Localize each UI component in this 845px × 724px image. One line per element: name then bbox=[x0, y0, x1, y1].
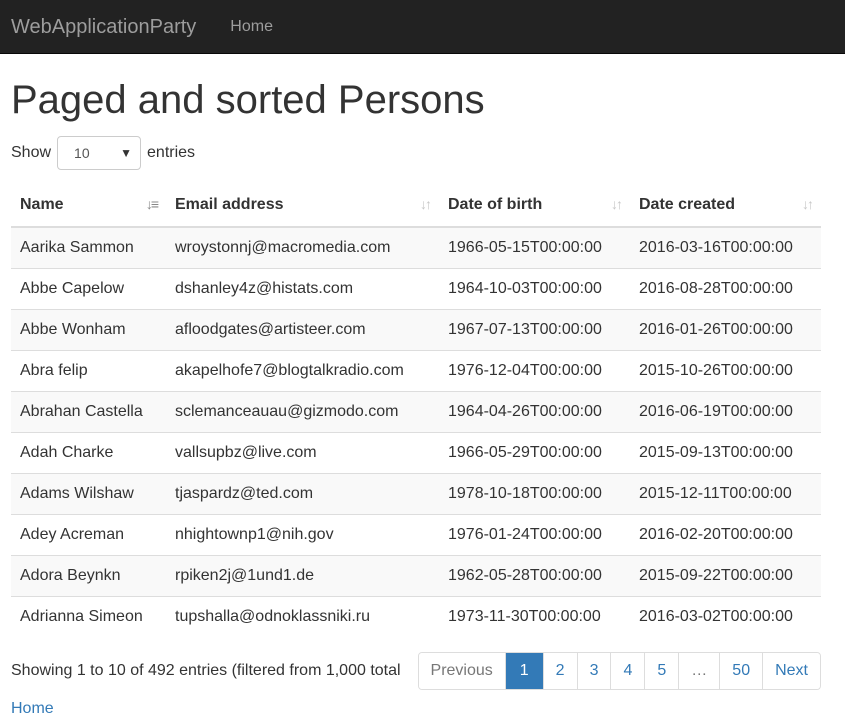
cell-date-created: 2015-10-26T00:00:00 bbox=[630, 349, 821, 391]
navbar: WebApplicationParty Home bbox=[0, 0, 845, 54]
cell-date-of-birth: 1964-04-26T00:00:00 bbox=[439, 390, 630, 432]
cell-date-created: 2015-09-13T00:00:00 bbox=[630, 431, 821, 473]
pagination-page-1[interactable]: 1 bbox=[504, 653, 543, 689]
table-row: Aarika Sammon wroystonnj@macromedia.com … bbox=[11, 226, 821, 268]
table-row: Abbe Wonham afloodgates@artisteer.com 19… bbox=[11, 308, 821, 350]
table-row: Adrianna Simeon tupshalla@odnoklassniki.… bbox=[11, 595, 821, 637]
cell-name: Abra felip bbox=[11, 349, 166, 391]
cell-date-of-birth: 1978-10-18T00:00:00 bbox=[439, 472, 630, 514]
pagination-next-button[interactable]: Next bbox=[762, 653, 820, 689]
column-header-label: Name bbox=[20, 195, 64, 213]
table-row: Abbe Capelow dshanley4z@histats.com 1964… bbox=[11, 267, 821, 309]
cell-name: Adrianna Simeon bbox=[11, 595, 166, 637]
cell-name: Abbe Wonham bbox=[11, 308, 166, 350]
cell-date-of-birth: 1966-05-29T00:00:00 bbox=[439, 431, 630, 473]
column-header-label: Date of birth bbox=[448, 195, 543, 213]
cell-name: Adams Wilshaw bbox=[11, 472, 166, 514]
table-info-text: Showing 1 to 10 of 492 entries (filtered… bbox=[11, 662, 401, 679]
cell-name: Adey Acreman bbox=[11, 513, 166, 555]
page-title: Paged and sorted Persons bbox=[11, 78, 485, 122]
cell-email: akapelhofe7@blogtalkradio.com bbox=[166, 349, 439, 391]
page-length-value: 10 bbox=[74, 145, 90, 161]
cell-date-of-birth: 1962-05-28T00:00:00 bbox=[439, 554, 630, 596]
cell-date-created: 2016-06-19T00:00:00 bbox=[630, 390, 821, 432]
column-header-email[interactable]: Email address ↓↑ bbox=[166, 183, 439, 228]
pagination-ellipsis: … bbox=[678, 653, 720, 689]
cell-email: sclemanceauau@gizmodo.com bbox=[166, 390, 439, 432]
table-row: Abra felip akapelhofe7@blogtalkradio.com… bbox=[11, 349, 821, 391]
cell-email: afloodgates@artisteer.com bbox=[166, 308, 439, 350]
column-header-date-of-birth[interactable]: Date of birth ↓↑ bbox=[439, 183, 630, 228]
cell-date-created: 2016-08-28T00:00:00 bbox=[630, 267, 821, 309]
column-header-date-created[interactable]: Date created ↓↑ bbox=[630, 183, 821, 228]
sort-alpha-asc-icon: ↓≡ bbox=[145, 196, 159, 212]
length-prefix: Show bbox=[11, 144, 52, 161]
cell-email: vallsupbz@live.com bbox=[166, 431, 439, 473]
column-header-name[interactable]: Name ↓≡ bbox=[11, 183, 166, 228]
table-row: Abrahan Castella sclemanceauau@gizmodo.c… bbox=[11, 390, 821, 432]
cell-email: tupshalla@odnoklassniki.ru bbox=[166, 595, 439, 637]
cell-date-created: 2016-03-02T00:00:00 bbox=[630, 595, 821, 637]
length-suffix: entries bbox=[147, 144, 196, 161]
cell-name: Adah Charke bbox=[11, 431, 166, 473]
footer-home-link[interactable]: Home bbox=[11, 700, 54, 718]
cell-email: rpiken2j@1und1.de bbox=[166, 554, 439, 596]
main-container: Paged and sorted Persons Show 10 ▼ entri… bbox=[0, 76, 845, 718]
cell-date-of-birth: 1967-07-13T00:00:00 bbox=[439, 308, 630, 350]
pagination-page-50[interactable]: 50 bbox=[719, 653, 763, 689]
cell-date-of-birth: 1966-05-15T00:00:00 bbox=[439, 226, 630, 268]
column-header-label: Date created bbox=[639, 195, 736, 213]
sort-both-icon: ↓↑ bbox=[420, 196, 432, 212]
brand-link[interactable]: WebApplicationParty bbox=[11, 0, 196, 54]
pagination-page-2[interactable]: 2 bbox=[542, 653, 577, 689]
cell-date-of-birth: 1976-12-04T00:00:00 bbox=[439, 349, 630, 391]
pagination-previous-button[interactable]: Previous bbox=[418, 653, 505, 689]
cell-name: Abrahan Castella bbox=[11, 390, 166, 432]
column-header-label: Email address bbox=[175, 195, 284, 213]
persons-table: Name ↓≡ Email address ↓↑ Date of birth ↓… bbox=[11, 183, 821, 637]
cell-email: nhightownp1@nih.gov bbox=[166, 513, 439, 555]
pagination-page-4[interactable]: 4 bbox=[610, 653, 645, 689]
pagination-page-5[interactable]: 5 bbox=[644, 653, 679, 689]
sort-both-icon: ↓↑ bbox=[611, 196, 623, 212]
page-length-select[interactable]: 10 ▼ bbox=[57, 136, 142, 170]
table-footer: Showing 1 to 10 of 492 entries (filtered… bbox=[11, 652, 834, 692]
table-header-row: Name ↓≡ Email address ↓↑ Date of birth ↓… bbox=[11, 183, 821, 228]
cell-name: Adora Beynkn bbox=[11, 554, 166, 596]
nav-home-link[interactable]: Home bbox=[230, 0, 273, 54]
cell-date-of-birth: 1976-01-24T00:00:00 bbox=[439, 513, 630, 555]
table-row: Adora Beynkn rpiken2j@1und1.de 1962-05-2… bbox=[11, 554, 821, 596]
pagination-page-3[interactable]: 3 bbox=[576, 653, 611, 689]
cell-date-created: 2016-02-20T00:00:00 bbox=[630, 513, 821, 555]
cell-email: wroystonnj@macromedia.com bbox=[166, 226, 439, 268]
caret-down-icon: ▼ bbox=[120, 146, 133, 160]
cell-name: Aarika Sammon bbox=[11, 226, 166, 268]
cell-date-created: 2016-01-26T00:00:00 bbox=[630, 308, 821, 350]
table-row: Adah Charke vallsupbz@live.com 1966-05-2… bbox=[11, 431, 821, 473]
cell-email: tjaspardz@ted.com bbox=[166, 472, 439, 514]
table-row: Adams Wilshaw tjaspardz@ted.com 1978-10-… bbox=[11, 472, 821, 514]
cell-name: Abbe Capelow bbox=[11, 267, 166, 309]
cell-date-created: 2015-09-22T00:00:00 bbox=[630, 554, 821, 596]
cell-email: dshanley4z@histats.com bbox=[166, 267, 439, 309]
cell-date-of-birth: 1964-10-03T00:00:00 bbox=[439, 267, 630, 309]
cell-date-of-birth: 1973-11-30T00:00:00 bbox=[439, 595, 630, 637]
table-row: Adey Acreman nhightownp1@nih.gov 1976-01… bbox=[11, 513, 821, 555]
cell-date-created: 2015-12-11T00:00:00 bbox=[630, 472, 821, 514]
cell-date-created: 2016-03-16T00:00:00 bbox=[630, 226, 821, 268]
length-menu: Show 10 ▼ entries bbox=[11, 136, 834, 170]
sort-both-icon: ↓↑ bbox=[802, 196, 814, 212]
pagination: Previous 1 2 3 4 5 … 50 Next bbox=[417, 652, 821, 690]
